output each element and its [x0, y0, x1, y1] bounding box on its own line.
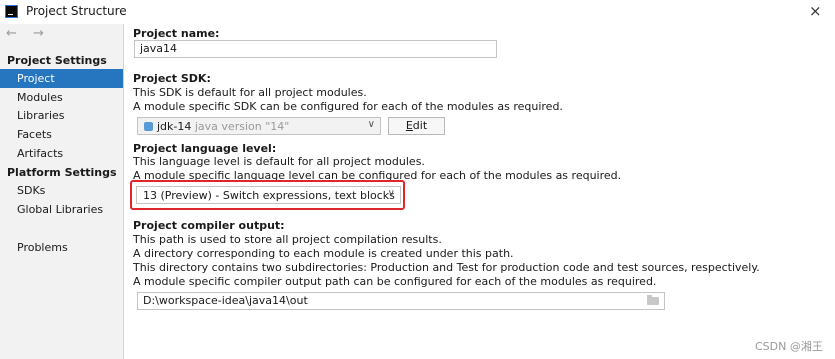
project-name-input[interactable]: java14: [134, 40, 497, 58]
compiler-output-path-input[interactable]: D:\workspace-idea\java14\out: [137, 292, 665, 310]
output-description-1: This path is used to store all project c…: [133, 233, 442, 246]
sidebar-item-facets[interactable]: Facets: [0, 125, 123, 144]
language-description-1: This language level is default for all p…: [133, 155, 425, 168]
sdk-description-1: This SDK is default for all project modu…: [133, 86, 367, 99]
language-level-label: Project language level:: [133, 142, 277, 155]
chevron-down-icon: ∨: [367, 119, 375, 130]
title-bar: Project Structure ×: [0, 0, 835, 24]
edit-sdk-button[interactable]: Edit: [388, 117, 445, 135]
sidebar-item-modules[interactable]: Modules: [0, 88, 123, 107]
sidebar-item-problems[interactable]: Problems: [0, 238, 123, 257]
output-description-4: A module specific compiler output path c…: [133, 275, 657, 288]
sidebar-item-libraries[interactable]: Libraries: [0, 106, 123, 125]
sidebar-item-global-libraries[interactable]: Global Libraries: [0, 200, 123, 219]
project-name-label: Project name:: [133, 27, 220, 40]
jdk-icon: [144, 122, 153, 131]
sidebar: ← → Project Settings Project Modules Lib…: [0, 24, 124, 359]
sdk-name: jdk-14: [157, 120, 192, 133]
language-level-value: 13 (Preview) - Switch expressions, text …: [143, 189, 395, 202]
intellij-app-icon: [5, 5, 18, 18]
project-sdk-label: Project SDK:: [133, 72, 211, 85]
window-title: Project Structure: [26, 4, 127, 18]
chevron-down-icon: ∨: [387, 188, 395, 199]
compiler-output-label: Project compiler output:: [133, 219, 285, 232]
close-icon[interactable]: ×: [809, 2, 822, 20]
sdk-description-2: A module specific SDK can be configured …: [133, 100, 563, 113]
edit-mnemonic: E: [405, 119, 413, 132]
watermark: CSDN @湘王: [755, 340, 823, 353]
output-description-3: This directory contains two subdirectori…: [133, 261, 760, 274]
sidebar-item-sdks[interactable]: SDKs: [0, 181, 123, 200]
language-level-dropdown[interactable]: 13 (Preview) - Switch expressions, text …: [136, 186, 401, 204]
folder-browse-icon[interactable]: [647, 295, 659, 305]
project-settings-header: Project Settings: [7, 54, 107, 67]
sdk-version: java version "14": [194, 120, 290, 133]
edit-label: dit: [412, 119, 428, 132]
sidebar-item-artifacts[interactable]: Artifacts: [0, 144, 123, 163]
sidebar-item-project[interactable]: Project: [0, 69, 123, 88]
project-sdk-dropdown[interactable]: jdk-14 java version "14" ∨: [137, 117, 381, 135]
output-description-2: A directory corresponding to each module…: [133, 247, 514, 260]
platform-settings-header: Platform Settings: [7, 166, 117, 179]
project-settings-panel: Project name: java14 Project SDK: This S…: [124, 24, 835, 359]
back-forward-arrows-icon[interactable]: ← →: [6, 26, 50, 41]
compiler-output-path: D:\workspace-idea\java14\out: [143, 294, 308, 307]
